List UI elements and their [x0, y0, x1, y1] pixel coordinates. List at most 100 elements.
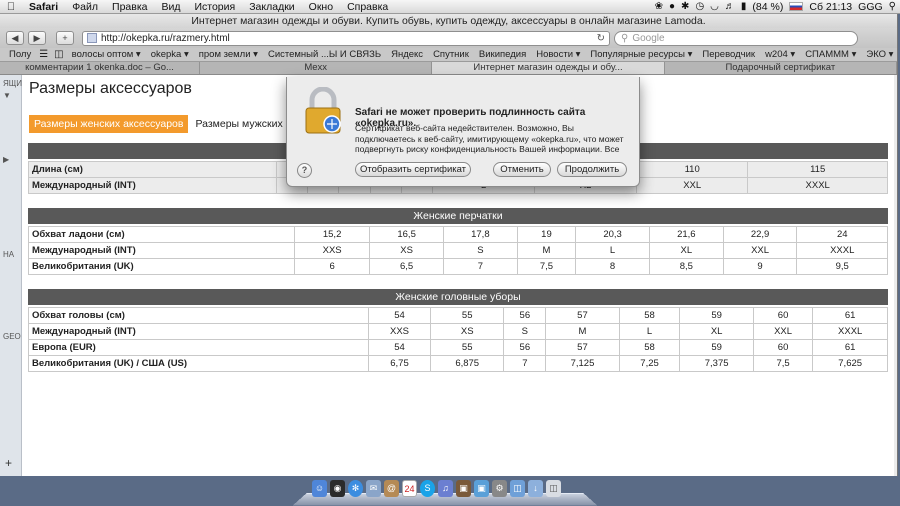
bookmark-wikipedia[interactable]: Википедия: [474, 49, 531, 60]
table-cell: XXXL: [747, 177, 888, 194]
row-label: Международный (INT): [28, 323, 369, 340]
spotlight-icon[interactable]: ⚲: [889, 1, 896, 12]
bookmark-eco[interactable]: ЭКО ▾: [861, 49, 897, 60]
bookmark-news[interactable]: Новости ▾: [531, 49, 585, 60]
bookmarks-bar: Полу ☰ ◫ волосы оптом ▾ okepka ▾ пром зе…: [0, 48, 897, 62]
leaf-icon[interactable]: ❀: [655, 1, 663, 12]
bookmark-sputnik[interactable]: Спутник: [428, 49, 474, 60]
table-row: Великобритания (UK) 6 6,5 7 7,5 8 8,5 9 …: [28, 258, 888, 275]
menu-edit[interactable]: Правка: [105, 1, 154, 13]
sidebar-disclosure-icon-2[interactable]: ▶: [3, 155, 9, 164]
volume-icon[interactable]: ♬: [725, 1, 735, 12]
row-label: Обхват ладони (см): [28, 226, 295, 243]
sidebar-disclosure-icon[interactable]: ▼: [3, 91, 11, 100]
table-cell: 57: [545, 339, 620, 356]
tab-women-accessories[interactable]: Размеры женских аксессуаров: [29, 115, 189, 133]
back-button[interactable]: ◀: [6, 31, 24, 45]
addressbook-icon[interactable]: @: [384, 480, 399, 497]
sidebar-label-2[interactable]: НА: [3, 250, 14, 259]
address-field[interactable]: http://okepka.ru/razmery.html ↻: [82, 30, 610, 46]
table-cell: XXXL: [812, 323, 888, 340]
table-cell: 6,875: [430, 355, 505, 372]
safari-icon[interactable]: ✻: [348, 480, 363, 497]
finder-icon[interactable]: ☺: [312, 480, 327, 497]
reload-icon[interactable]: ↻: [597, 33, 605, 44]
dashboard-icon[interactable]: ◉: [330, 480, 345, 497]
table-cell: 24: [796, 226, 888, 243]
folder-icon[interactable]: ◫: [510, 480, 525, 497]
add-bookmark-button[interactable]: +: [56, 31, 74, 45]
skype-icon[interactable]: S: [420, 480, 435, 497]
bookmark-translator[interactable]: Переводчик: [697, 49, 760, 60]
sysprefs-icon[interactable]: ⚙: [492, 480, 507, 497]
reading-list-icon[interactable]: ☰: [36, 49, 51, 60]
app-menu[interactable]: Safari: [22, 1, 65, 13]
window-title: Интернет магазин одежды и обуви. Купить …: [191, 15, 706, 27]
table-cell: S: [503, 323, 547, 340]
battery-icon[interactable]: ▮: [741, 1, 747, 12]
dock-icons: ☺ ◉ ✻ ✉ @ 24 S ♫ ▣ ▣ ⚙ ◫ ↓ ◫: [312, 480, 561, 497]
table-cell: 115: [747, 161, 888, 178]
table-cell: 55: [430, 339, 505, 356]
ical-icon[interactable]: 24: [402, 480, 417, 497]
continue-button[interactable]: Продолжить: [557, 162, 627, 177]
menu-help[interactable]: Справка: [340, 1, 395, 13]
mail-icon[interactable]: ✉: [366, 480, 381, 497]
toolbar: ◀ ▶ + http://okepka.ru/razmery.html ↻ ⚲ …: [0, 28, 897, 48]
tab-mexx[interactable]: Mexx: [200, 62, 433, 74]
table-cell: M: [516, 242, 577, 259]
bookmark-hair[interactable]: волосы оптом ▾: [67, 49, 146, 60]
bluetooth-icon[interactable]: ✱: [681, 1, 689, 12]
row-label: Великобритания (UK): [28, 258, 295, 275]
table-row: Великобритания (UK) / США (US) 6,75 6,87…: [28, 355, 888, 372]
photo-icon[interactable]: ▣: [456, 480, 471, 497]
bookmark-system[interactable]: Системный ...Ы И СВЯЗЬ: [263, 49, 386, 60]
menu-window[interactable]: Окно: [302, 1, 340, 13]
help-button[interactable]: ?: [297, 163, 312, 178]
row-label: Европа (EUR): [28, 339, 369, 356]
apple-menu-icon[interactable]: : [0, 1, 22, 13]
bookmark-land[interactable]: пром земли ▾: [194, 49, 263, 60]
tab-comments-doc[interactable]: комментарии 1 okenka.doc – Go...: [0, 62, 200, 74]
menu-file[interactable]: Файл: [65, 1, 105, 13]
skype-tray-icon[interactable]: ●: [669, 1, 675, 12]
table-row: Международный (INT) XXS XS S M L XL XXL …: [28, 323, 888, 340]
bookmark-okepka[interactable]: okepka ▾: [146, 49, 194, 60]
address-url[interactable]: http://okepka.ru/razmery.html: [101, 33, 593, 44]
tab-gift-certificate[interactable]: Подарочный сертификат: [665, 62, 897, 74]
menu-view[interactable]: Вид: [154, 1, 187, 13]
bookmark-popular[interactable]: Популярные ресурсы ▾: [585, 49, 697, 60]
preview-icon[interactable]: ▣: [474, 480, 489, 497]
bookmark-spam[interactable]: СПАМММ ▾: [800, 49, 861, 60]
table-cell: 17,8: [442, 226, 518, 243]
clock[interactable]: Сб 21:13: [809, 1, 852, 13]
bookmark-yandex[interactable]: Яндекс: [386, 49, 428, 60]
forward-button[interactable]: ▶: [28, 31, 46, 45]
table-cell: 20,3: [575, 226, 650, 243]
table-cell: 7,25: [618, 355, 681, 372]
bookmarks-book-icon[interactable]: ◫: [51, 49, 66, 60]
input-source-flag-icon[interactable]: [789, 2, 804, 11]
itunes-icon[interactable]: ♫: [438, 480, 453, 497]
tab-lamoda[interactable]: Интернет магазин одежды и обу...: [432, 62, 665, 74]
menu-history[interactable]: История: [187, 1, 242, 13]
search-field[interactable]: ⚲ Google: [614, 30, 858, 46]
table-cell: XXL: [722, 242, 798, 259]
downloads-icon[interactable]: ↓: [528, 480, 543, 497]
bookmarks-bar-label[interactable]: Полу: [4, 49, 36, 60]
show-certificate-button[interactable]: Отобразить сертификат: [355, 162, 471, 177]
timemachine-icon[interactable]: ◷: [695, 1, 704, 12]
cancel-button[interactable]: Отменить: [493, 162, 551, 177]
wifi-icon[interactable]: ◡: [710, 1, 719, 12]
table-cell: 56: [503, 339, 547, 356]
search-placeholder: Google: [632, 32, 665, 44]
menu-bookmarks[interactable]: Закладки: [242, 1, 301, 13]
user-name[interactable]: GGG: [858, 1, 883, 13]
bookmark-w204[interactable]: w204 ▾: [760, 49, 800, 60]
sidebar-label-3[interactable]: GEO: [3, 332, 21, 341]
sidebar-add-icon[interactable]: +: [5, 456, 12, 470]
table-cell: S: [442, 242, 518, 259]
table-row: Обхват ладони (см) 15,2 16,5 17,8 19 20,…: [28, 226, 888, 243]
trash-icon[interactable]: ◫: [546, 480, 561, 497]
table-cell: 6: [293, 258, 371, 275]
